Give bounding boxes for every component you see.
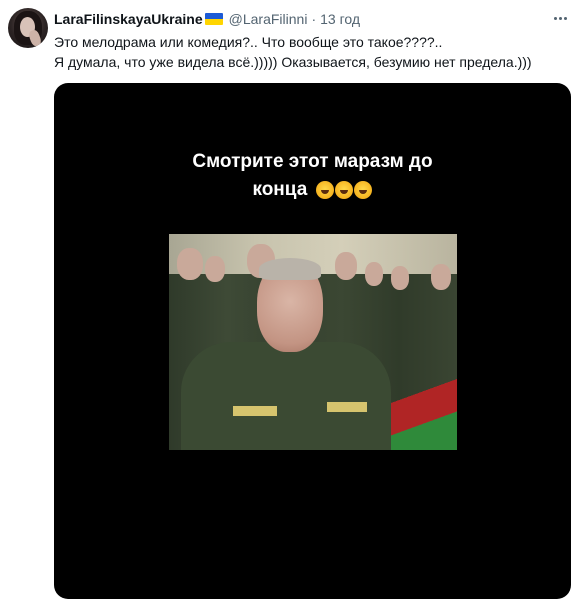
video-frame <box>169 234 457 450</box>
frame-soldier-head <box>205 256 225 282</box>
video-caption-word: конца <box>252 179 308 201</box>
frame-flag-stripes <box>387 374 457 450</box>
laughing-emoji-icon <box>353 180 372 199</box>
tweet-header: LaraFilinskayaUkraine @LaraFilinni · 13 … <box>54 9 360 29</box>
laughing-emoji-icon <box>315 180 334 199</box>
frame-speaker-body <box>181 342 391 450</box>
laughing-emoji-icon <box>334 180 353 199</box>
video-caption-line: Смотрите этот маразм до <box>192 151 433 172</box>
frame-name-badge <box>233 406 277 416</box>
video-caption: Смотрите этот маразм до конца <box>54 148 571 204</box>
more-options-icon[interactable] <box>550 10 570 26</box>
frame-soldier-head <box>391 266 409 290</box>
more-dot <box>563 16 567 20</box>
header-separator: · <box>311 11 317 27</box>
frame-speaker-hair <box>259 258 321 280</box>
ukraine-flag-icon <box>204 13 223 25</box>
frame-name-badge <box>327 402 367 412</box>
tweet-media-video[interactable]: Смотрите этот маразм до конца <box>54 83 571 599</box>
tweet-timestamp[interactable]: 13 год <box>320 11 360 27</box>
laughing-emoji-icon <box>315 176 373 204</box>
tweet-text-line: Я думала, что уже видела всё.))))) Оказы… <box>54 54 532 70</box>
frame-soldier-head <box>335 252 357 280</box>
author-handle[interactable]: @LaraFilinni <box>229 11 308 27</box>
more-dot <box>553 16 557 20</box>
video-caption-line-2: конца <box>54 176 571 204</box>
frame-soldier-head <box>365 262 383 286</box>
frame-soldier-head <box>177 248 203 280</box>
author-name[interactable]: LaraFilinskayaUkraine <box>54 11 203 27</box>
frame-soldier-head <box>431 264 451 290</box>
more-dot <box>558 16 562 20</box>
tweet-text: Это мелодрама или комедия?.. Что вообще … <box>54 32 574 72</box>
tweet-card[interactable]: LaraFilinskayaUkraine @LaraFilinni · 13 … <box>0 0 586 605</box>
tweet-text-line: Это мелодрама или комедия?.. Что вообще … <box>54 34 443 50</box>
author-avatar[interactable] <box>8 8 48 48</box>
